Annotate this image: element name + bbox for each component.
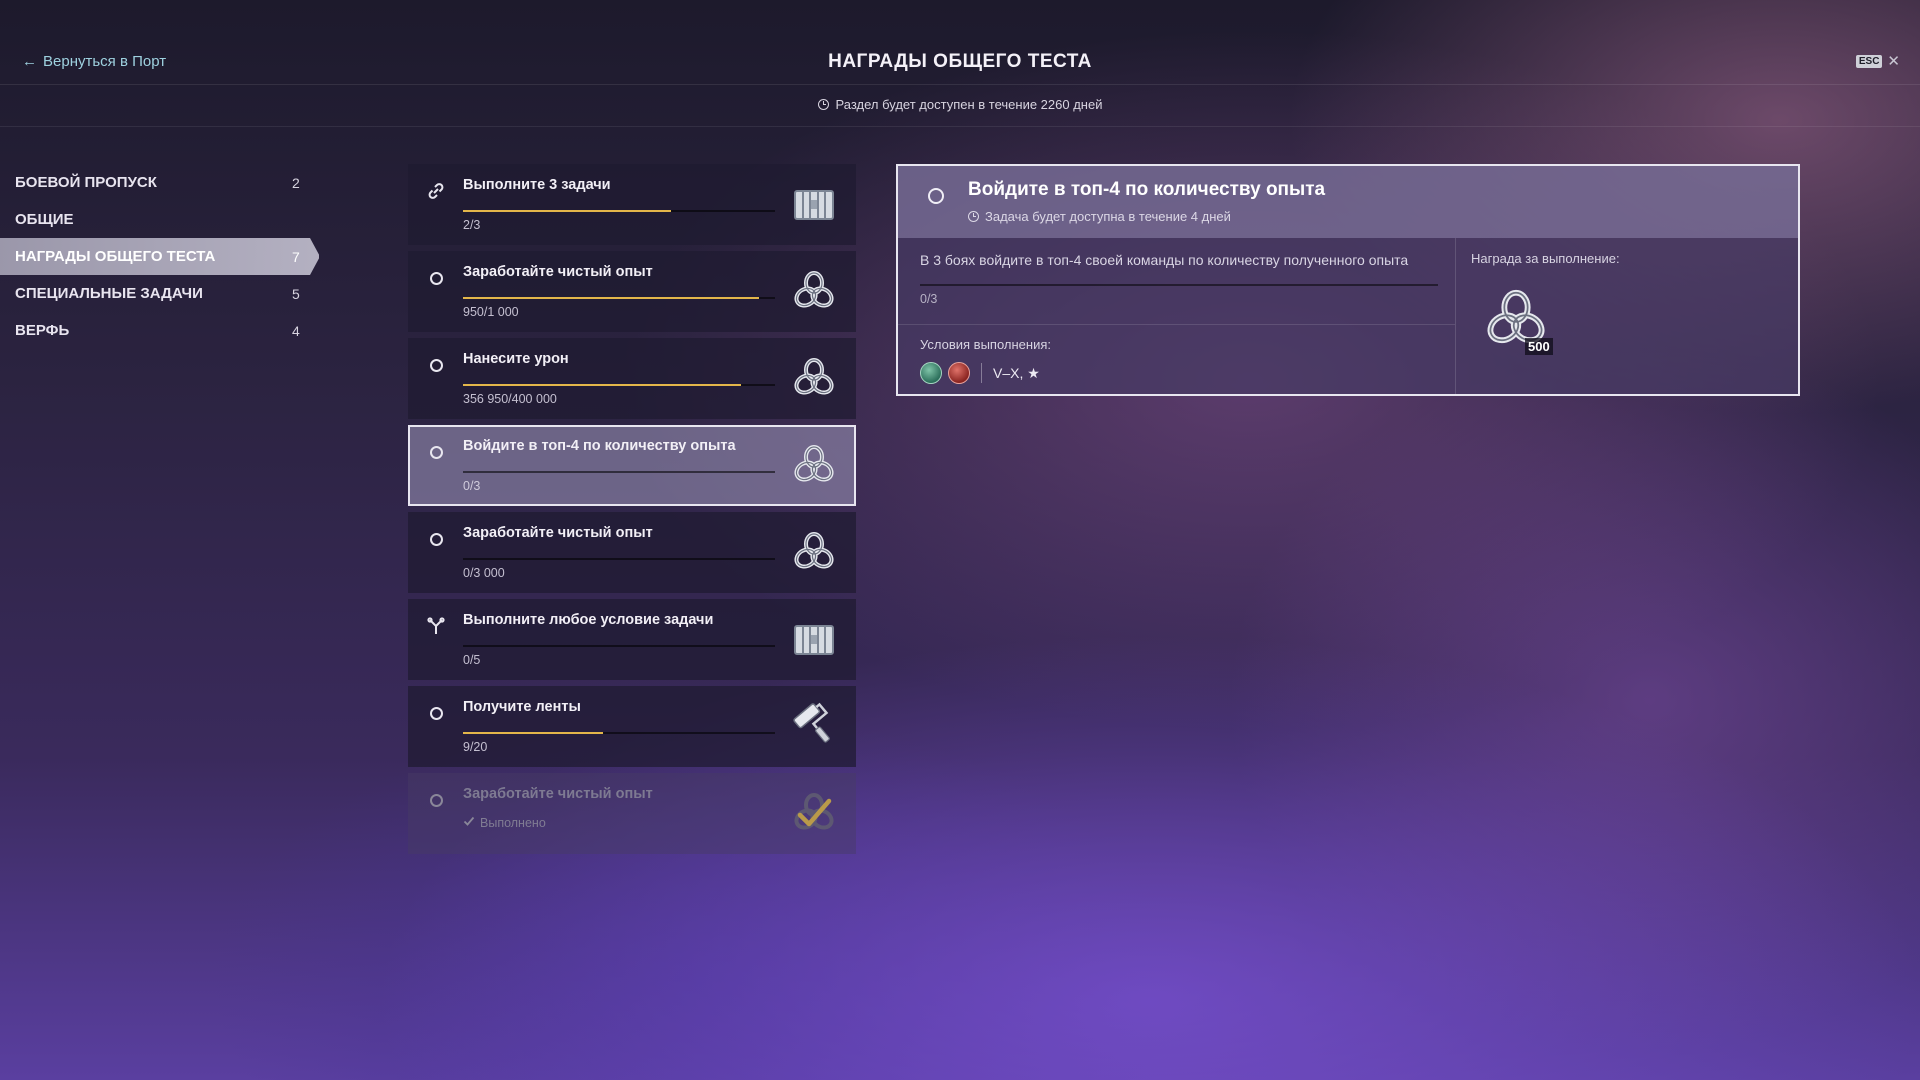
sidebar-item-count: 4 [292,322,300,339]
task-progress-bar [463,297,775,299]
task-progress-bar [463,732,775,734]
task-card[interactable]: Заработайте чистый опыт 950/1 000 [408,251,856,332]
task-detail-panel: Войдите в топ-4 по количеству опыта Зада… [896,164,1800,396]
radio-icon [426,790,446,810]
steel-icon [790,441,838,489]
branch-icon [426,616,446,636]
task-detail-availability: Задача будет доступна в течение 4 дней [968,209,1231,224]
task-card[interactable]: Получите ленты 9/20 [408,686,856,767]
section-availability-text: Раздел будет доступен в течение 2260 дне… [835,97,1103,112]
sidebar-item-label: НАГРАДЫ ОБЩЕГО ТЕСТА [15,248,216,265]
task-detail-reward: Награда за выполнение: 500 [1455,238,1798,394]
task-card[interactable]: Нанесите урон 356 950/400 000 [408,338,856,419]
radio-icon [426,355,446,375]
nation-red-icon [948,362,970,384]
task-progress-text: 0/5 [463,653,481,667]
task-card-completed[interactable]: Заработайте чистый опыт Выполнено [408,773,856,854]
conditions-label: Условия выполнения: [920,337,1051,352]
task-progress-bar [463,645,775,647]
sidebar-item-label: ОБЩИЕ [15,211,74,228]
task-progress-fill [463,210,672,212]
task-done-label: Выполнено [480,815,546,830]
task-progress-fill [463,297,760,299]
sidebar-item-battle-pass[interactable]: БОЕВОЙ ПРОПУСК 2 [0,164,320,201]
reward-label: Награда за выполнение: [1471,251,1620,266]
task-done-status: Выполнено [463,815,546,830]
chain-link-icon [426,181,446,201]
esc-key-hint: ESC [1855,54,1883,68]
task-card[interactable]: Заработайте чистый опыт 0/3 000 [408,512,856,593]
task-title: Войдите в топ-4 по количеству опыта [463,438,736,454]
sidebar-item-label: ВЕРФЬ [15,322,70,339]
task-progress-bar [463,210,775,212]
steel-icon [790,267,838,315]
sidebar-item-public-test-rewards[interactable]: НАГРАДЫ ОБЩЕГО ТЕСТА 7 [0,238,319,275]
sidebar-item-count: 7 [292,248,300,265]
container-icon [790,615,838,663]
task-title: Заработайте чистый опыт [463,786,653,802]
divider [898,324,1455,325]
task-progress-fill [463,732,604,734]
task-card[interactable]: Выполните любое условие задачи 0/5 [408,599,856,680]
container-icon [790,180,838,228]
task-detail-progress-text: 0/3 [920,292,938,306]
task-progress-bar [463,384,775,386]
task-progress-text: 0/3 000 [463,566,505,580]
close-icon[interactable]: ✕ [1887,52,1900,70]
sidebar-item-count: 5 [292,285,300,302]
top-bar: ← Вернуться в Порт НАГРАДЫ ОБЩЕГО ТЕСТА … [0,0,1920,85]
task-title: Получите ленты [463,699,581,715]
task-detail-availability-text: Задача будет доступна в течение 4 дней [985,209,1231,224]
task-progress-fill [463,384,742,386]
steel-done-icon [790,789,838,837]
paint-roller-icon [790,702,838,750]
task-card-selected[interactable]: Войдите в топ-4 по количеству опыта 0/3 [408,425,856,506]
task-title: Заработайте чистый опыт [463,525,653,541]
clock-icon [817,99,829,110]
radio-icon [426,442,446,462]
section-availability: Раздел будет доступен в течение 2260 дне… [0,97,1920,112]
task-title: Нанесите урон [463,351,569,367]
divider [0,126,1920,127]
divider [981,363,982,383]
checkmark-icon [463,815,475,830]
task-title: Выполните любое условие задачи [463,612,714,628]
task-progress-bar [463,471,775,473]
conditions-text: V–X, ★ [993,364,1040,381]
task-detail-description: В 3 боях войдите в топ-4 своей команды п… [920,252,1409,268]
task-detail-title: Войдите в топ-4 по количеству опыта [968,179,1326,200]
sidebar-item-label: СПЕЦИАЛЬНЫЕ ЗАДАЧИ [15,285,203,302]
task-progress-text: 9/20 [463,740,488,754]
task-card[interactable]: Выполните 3 задачи 2/3 [408,164,856,245]
task-list: Выполните 3 задачи 2/3 Заработайте чисты… [408,164,856,860]
task-title: Заработайте чистый опыт [463,264,653,280]
task-detail-body: В 3 боях войдите в топ-4 своей команды п… [898,238,1456,394]
page-title: НАГРАДЫ ОБЩЕГО ТЕСТА [828,51,1092,72]
task-progress-text: 950/1 000 [463,305,519,319]
task-progress-text: 0/3 [463,479,481,493]
radio-icon [426,529,446,549]
sidebar-item-count: 2 [292,174,300,191]
task-detail-header: Войдите в топ-4 по количеству опыта Зада… [898,166,1798,238]
sidebar-item-shipyard[interactable]: ВЕРФЬ 4 [0,312,320,349]
steel-icon [790,354,838,402]
radio-icon [928,188,944,204]
reward-count: 500 [1525,338,1553,355]
task-progress-bar [463,558,775,560]
radio-icon [426,703,446,723]
radio-icon [426,268,446,288]
task-detail-progress-bar [920,284,1438,286]
sidebar: БОЕВОЙ ПРОПУСК 2 ОБЩИЕ НАГРАДЫ ОБЩЕГО ТЕ… [0,164,320,349]
close-button[interactable]: ESC ✕ [1855,52,1900,70]
nation-green-icon [920,362,942,384]
clock-icon [968,211,979,222]
task-progress-text: 356 950/400 000 [463,392,557,406]
task-title: Выполните 3 задачи [463,177,611,193]
steel-icon [790,528,838,576]
task-progress-text: 2/3 [463,218,481,232]
sidebar-item-label: БОЕВОЙ ПРОПУСК [15,174,157,191]
sidebar-item-general[interactable]: ОБЩИЕ [0,201,320,238]
sidebar-item-special-tasks[interactable]: СПЕЦИАЛЬНЫЕ ЗАДАЧИ 5 [0,275,320,312]
conditions-row: V–X, ★ [920,362,1040,384]
